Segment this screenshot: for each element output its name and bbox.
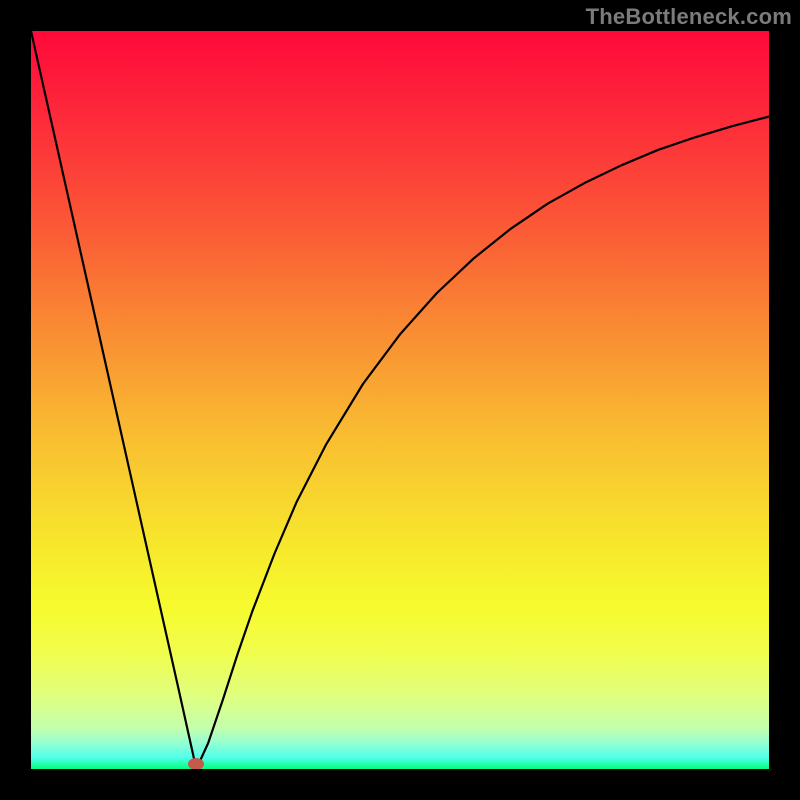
watermark-text: TheBottleneck.com bbox=[586, 4, 792, 30]
plot-area bbox=[31, 31, 769, 769]
optimal-point-marker bbox=[188, 758, 204, 769]
chart-frame: TheBottleneck.com bbox=[0, 0, 800, 800]
curve-line bbox=[31, 31, 769, 769]
